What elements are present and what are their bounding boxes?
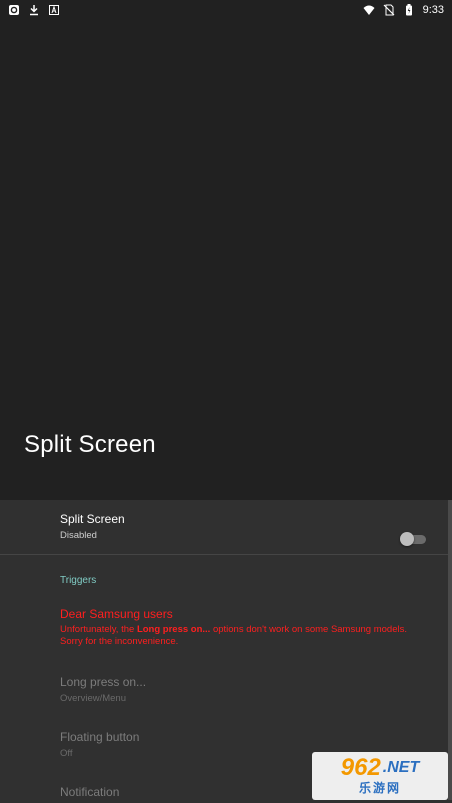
floating-button-label: Floating button <box>60 730 140 744</box>
no-sim-icon <box>383 4 395 16</box>
app-notification-icon <box>8 4 20 16</box>
warning-title: Dear Samsung users <box>60 607 173 621</box>
notification-icons <box>8 4 60 16</box>
status-bar: 9:33 <box>0 0 452 20</box>
wifi-icon <box>363 4 375 16</box>
app-header <box>0 20 452 500</box>
warning-text-start: Unfortunately, the <box>60 624 137 635</box>
divider <box>0 554 448 555</box>
watermark-number: 962 <box>340 753 381 781</box>
split-screen-status: Disabled <box>60 530 97 541</box>
switch-thumb <box>400 532 414 546</box>
triggers-section-header: Triggers <box>60 575 97 586</box>
split-screen-toggle-row[interactable]: Split Screen Disabled <box>0 512 448 556</box>
page-title: Split Screen <box>24 431 156 458</box>
watermark-logo: 962 .NET 乐游网 <box>312 752 448 800</box>
text-icon <box>48 4 60 16</box>
scrollbar[interactable] <box>448 500 452 800</box>
long-press-setting[interactable]: Long press on... Overview/Menu <box>0 675 448 705</box>
clock: 9:33 <box>422 4 444 16</box>
watermark-top: 962 .NET <box>340 753 420 781</box>
split-screen-switch[interactable] <box>400 532 426 546</box>
warning-text: Unfortunately, the Long press on... opti… <box>60 624 408 648</box>
warning-text-bold: Long press on... <box>136 624 211 635</box>
watermark-suffix: .NET <box>382 758 420 776</box>
long-press-value: Overview/Menu <box>60 693 126 704</box>
split-screen-label: Split Screen <box>60 512 125 526</box>
watermark-chinese: 乐游网 <box>358 780 401 795</box>
download-icon <box>28 4 40 16</box>
system-icons: 9:33 <box>363 4 444 16</box>
battery-icon <box>403 4 415 16</box>
samsung-warning: Dear Samsung users Unfortunately, the Lo… <box>0 607 448 648</box>
long-press-label: Long press on... <box>60 675 147 689</box>
